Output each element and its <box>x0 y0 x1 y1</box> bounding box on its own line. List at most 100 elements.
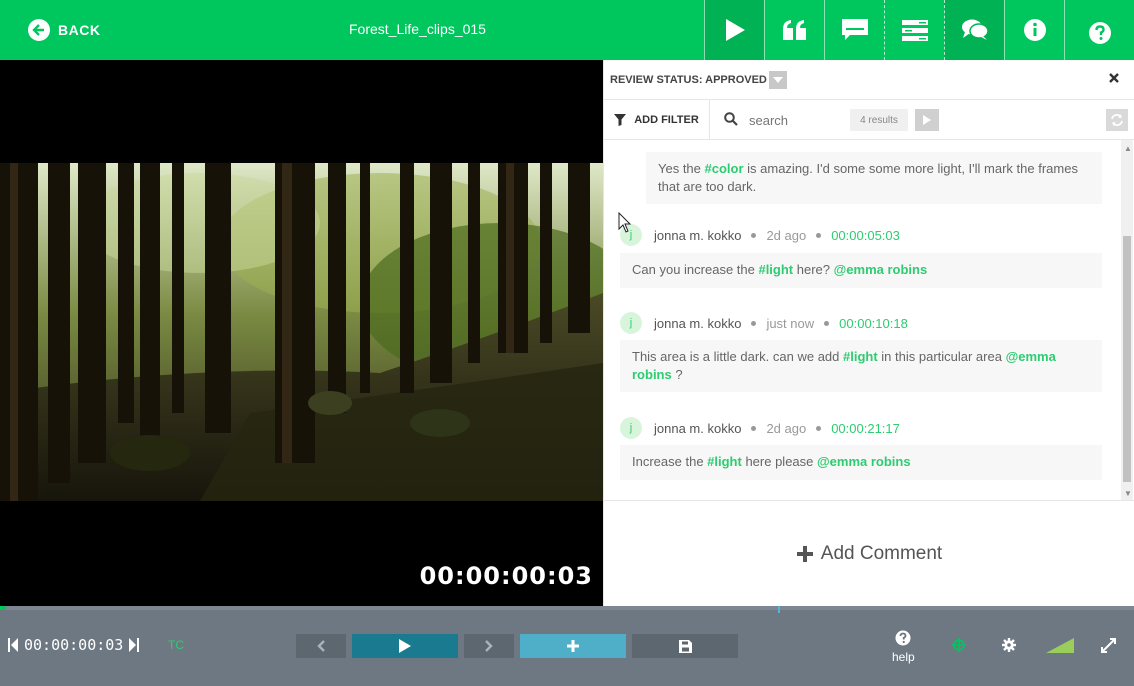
list-icon <box>901 20 928 41</box>
review-status-label: REVIEW STATUS: APPROVED <box>610 74 767 86</box>
comment-timecode-link[interactable]: 00:00:10:18 <box>839 316 908 331</box>
comment-marker[interactable] <box>778 606 780 613</box>
add-marker-button[interactable] <box>520 634 626 658</box>
subtitle-icon <box>841 19 868 40</box>
scrollbar-thumb[interactable] <box>1123 236 1131 482</box>
quote-button[interactable] <box>764 0 824 60</box>
video-timecode: 00:00:00:03 <box>419 562 593 590</box>
timecode-display: 00:00:00:03 <box>8 636 140 654</box>
close-icon <box>1109 73 1119 83</box>
page-title: Forest_Life_clips_015 <box>349 21 486 37</box>
subtitle-button[interactable] <box>824 0 884 60</box>
help-label: help <box>892 650 915 664</box>
info-icon <box>1023 19 1046 41</box>
play-mode-button[interactable] <box>704 0 764 60</box>
next-button[interactable] <box>464 634 514 658</box>
scroll-up-arrow-icon[interactable]: ▲ <box>1124 144 1132 153</box>
volume-slider[interactable] <box>1046 638 1074 653</box>
separator-dot <box>751 320 757 326</box>
comment-author: jonna m. kokko <box>654 227 742 243</box>
comment-age: just now <box>766 315 815 331</box>
help-icon <box>895 630 911 646</box>
plus-icon <box>796 545 813 562</box>
video-frame <box>0 163 603 501</box>
hashtag[interactable]: #color <box>705 161 744 176</box>
comment-timecode-link[interactable]: 00:00:05:03 <box>831 228 900 243</box>
play-icon <box>725 19 745 41</box>
avatar[interactable]: j <box>620 312 642 334</box>
chevron-left-icon <box>317 640 325 652</box>
help-player-button[interactable]: help <box>892 630 915 664</box>
next-frame-icon[interactable] <box>129 638 140 652</box>
previous-button[interactable] <box>296 634 346 658</box>
filter-icon <box>614 114 627 126</box>
comment-age: 2d ago <box>766 227 807 243</box>
player-controls: 00:00:00:03 TC help <box>0 606 1134 686</box>
list-button[interactable] <box>884 0 944 60</box>
comments-button[interactable] <box>944 0 1004 60</box>
status-dropdown-button[interactable] <box>769 71 787 89</box>
volume-level-icon <box>1046 638 1074 653</box>
separator-dot <box>816 232 822 238</box>
comment-timecode-link[interactable]: 00:00:21:17 <box>831 421 900 436</box>
crosshair-button[interactable] <box>952 638 966 652</box>
separator-dot <box>751 232 757 238</box>
mention[interactable]: @emma robins <box>834 262 928 277</box>
fullscreen-button[interactable] <box>1101 638 1116 653</box>
avatar[interactable]: j <box>620 417 642 439</box>
settings-button[interactable] <box>1002 638 1016 652</box>
separator-dot <box>824 320 830 326</box>
mention[interactable]: @emma robins <box>817 454 911 469</box>
video-player[interactable]: 00:00:00:03 <box>0 60 603 606</box>
hashtag[interactable]: #light <box>843 349 878 364</box>
mouse-cursor-icon <box>618 212 632 233</box>
close-panel-button[interactable] <box>1109 70 1119 88</box>
help-button[interactable] <box>1064 0 1134 60</box>
expand-icon <box>1101 638 1116 653</box>
hashtag[interactable]: #light <box>707 454 742 469</box>
save-icon <box>678 639 692 653</box>
comment-age: 2d ago <box>766 420 807 436</box>
back-arrow-icon <box>28 19 50 41</box>
play-icon <box>399 639 411 653</box>
filter-row: ADD FILTER 4 results <box>604 100 1134 140</box>
comment-meta: j jonna m. kokko just now 00:00:10:18 <box>620 312 908 334</box>
top-bar: BACK Forest_Life_clips_015 <box>0 0 1134 60</box>
save-button[interactable] <box>632 634 738 658</box>
search-icon <box>724 112 738 131</box>
comment-author: jonna m. kokko <box>654 315 742 331</box>
help-icon <box>1088 22 1111 44</box>
play-button[interactable] <box>352 634 458 658</box>
chevron-right-icon <box>485 640 493 652</box>
refresh-icon <box>1111 114 1123 126</box>
hashtag[interactable]: #light <box>758 262 793 277</box>
comment-meta: j jonna m. kokko 2d ago 00:00:21:17 <box>620 417 900 439</box>
scroll-down-arrow-icon[interactable]: ▼ <box>1124 489 1132 498</box>
refresh-button[interactable] <box>1106 109 1128 131</box>
timecode-mode-toggle[interactable]: TC <box>168 638 184 652</box>
search-input[interactable] <box>749 111 844 129</box>
prev-frame-icon[interactable] <box>8 638 18 652</box>
comment-meta: j jonna m. kokko 2d ago 00:00:05:03 <box>620 224 900 246</box>
comment-bubble: Increase the #light here please @emma ro… <box>620 445 1102 480</box>
comment-bubble: This area is a little dark. can we add #… <box>620 340 1102 392</box>
play-icon <box>923 115 931 125</box>
comments-list[interactable]: Yes the #color is amazing. I'd some some… <box>604 140 1134 500</box>
search-go-button[interactable] <box>915 109 939 131</box>
gear-icon <box>1002 638 1016 652</box>
back-button[interactable]: BACK <box>28 18 100 42</box>
separator-dot <box>751 425 757 431</box>
plus-icon <box>567 640 579 652</box>
comments-scrollbar[interactable]: ▲ ▼ <box>1121 140 1133 500</box>
comment-bubble: Can you increase the #light here? @emma … <box>620 253 1102 288</box>
add-comment-label: Add Comment <box>820 542 943 564</box>
add-comment-button[interactable]: Add Comment <box>604 500 1134 606</box>
add-filter-label: ADD FILTER <box>634 114 699 126</box>
review-status-row: REVIEW STATUS: APPROVED <box>604 60 1134 100</box>
info-button[interactable] <box>1004 0 1064 60</box>
current-timecode: 00:00:00:03 <box>24 636 124 654</box>
timeline-progress[interactable] <box>0 606 1134 613</box>
comments-panel: REVIEW STATUS: APPROVED ADD FILTER 4 res… <box>603 60 1134 606</box>
add-filter-button[interactable]: ADD FILTER <box>604 100 710 140</box>
chevron-down-icon <box>773 77 783 83</box>
